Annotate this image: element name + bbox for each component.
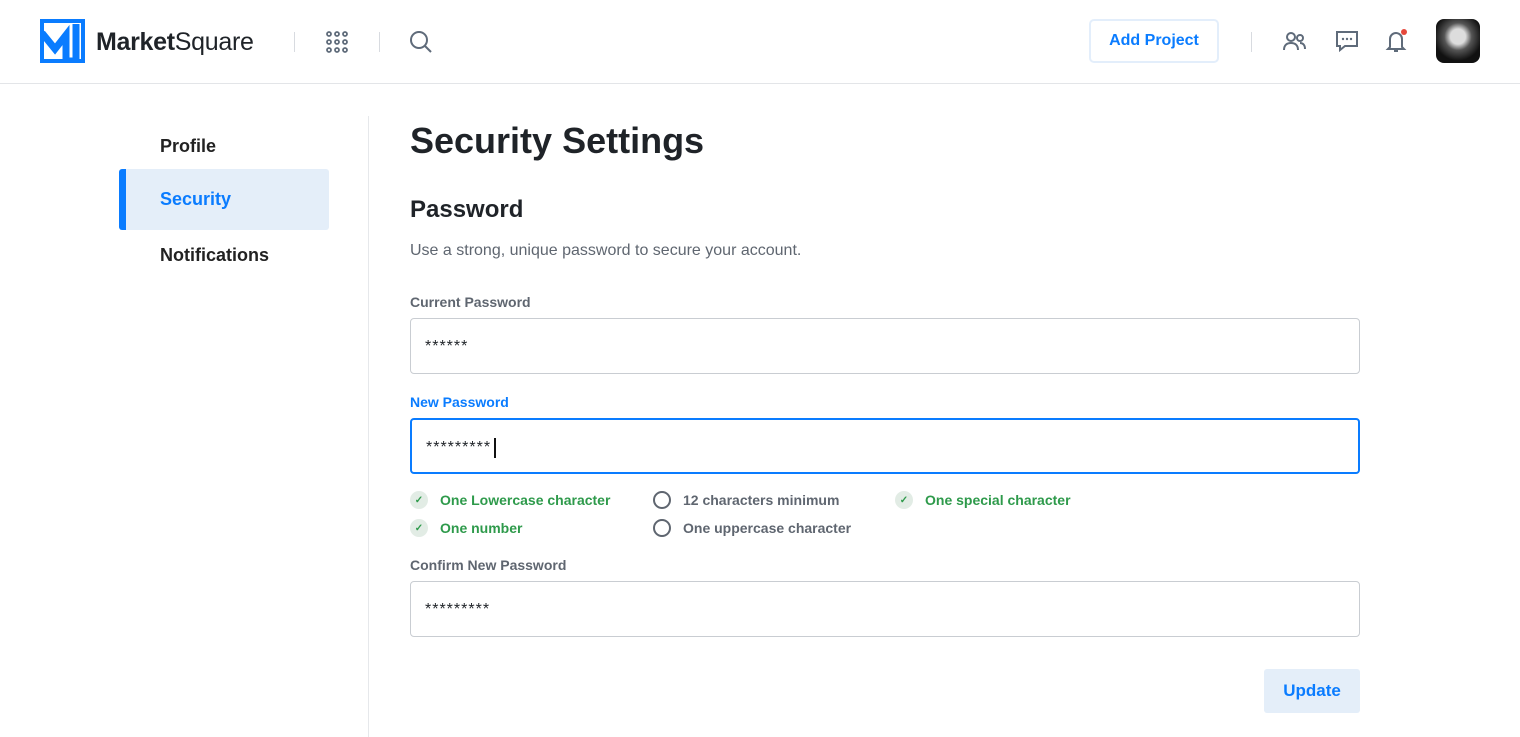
top-header: MarketSquare Add Project: [0, 0, 1520, 84]
new-password-input[interactable]: *********: [410, 418, 1360, 474]
user-avatar[interactable]: [1436, 19, 1480, 63]
settings-sidebar: Profile Security Notifications: [119, 116, 369, 737]
requirement-uppercase: One uppercase character: [653, 519, 895, 537]
empty-circle-icon: [653, 519, 671, 537]
page-title: Security Settings: [410, 120, 705, 161]
section-title: Password: [410, 196, 524, 223]
apps-grid-icon[interactable]: [326, 31, 348, 53]
section-description: Use a strong, unique password to secure …: [410, 242, 802, 259]
check-icon: ✓: [410, 491, 428, 509]
check-icon: ✓: [895, 491, 913, 509]
chat-icon[interactable]: [1335, 29, 1359, 53]
password-requirements: ✓ One Lowercase character 12 characters m…: [410, 491, 1360, 537]
marketsquare-logo[interactable]: [40, 19, 85, 63]
text-caret: [494, 437, 496, 458]
check-icon: ✓: [410, 519, 428, 537]
sidebar-item-security[interactable]: Security: [119, 169, 329, 230]
requirement-special: ✓ One special character: [895, 491, 1145, 509]
current-password-input[interactable]: ******: [410, 318, 1360, 374]
search-icon[interactable]: [409, 30, 433, 54]
update-button[interactable]: Update: [1264, 669, 1360, 713]
security-settings: Security Settings Password Use a strong,…: [410, 116, 1360, 713]
divider: [379, 32, 380, 52]
confirm-password-label: Confirm New Password: [410, 557, 567, 573]
new-password-label: New Password: [410, 394, 509, 410]
requirement-number: ✓ One number: [410, 519, 653, 537]
requirement-lowercase: ✓ One Lowercase character: [410, 491, 653, 509]
new-password-value: *********: [426, 439, 492, 456]
empty-circle-icon: [653, 491, 671, 509]
bell-icon[interactable]: [1385, 28, 1409, 54]
sidebar-item-profile[interactable]: Profile: [119, 116, 329, 169]
current-password-label: Current Password: [410, 294, 531, 310]
add-project-button[interactable]: Add Project: [1089, 19, 1219, 63]
divider: [294, 32, 295, 52]
brand-name: MarketSquare: [96, 28, 254, 56]
requirement-length: 12 characters minimum: [653, 491, 895, 509]
notification-dot: [1401, 29, 1407, 35]
sidebar-item-notifications[interactable]: Notifications: [119, 230, 329, 284]
divider: [1251, 32, 1252, 52]
users-icon[interactable]: [1283, 30, 1307, 52]
confirm-password-input[interactable]: *********: [410, 581, 1360, 637]
